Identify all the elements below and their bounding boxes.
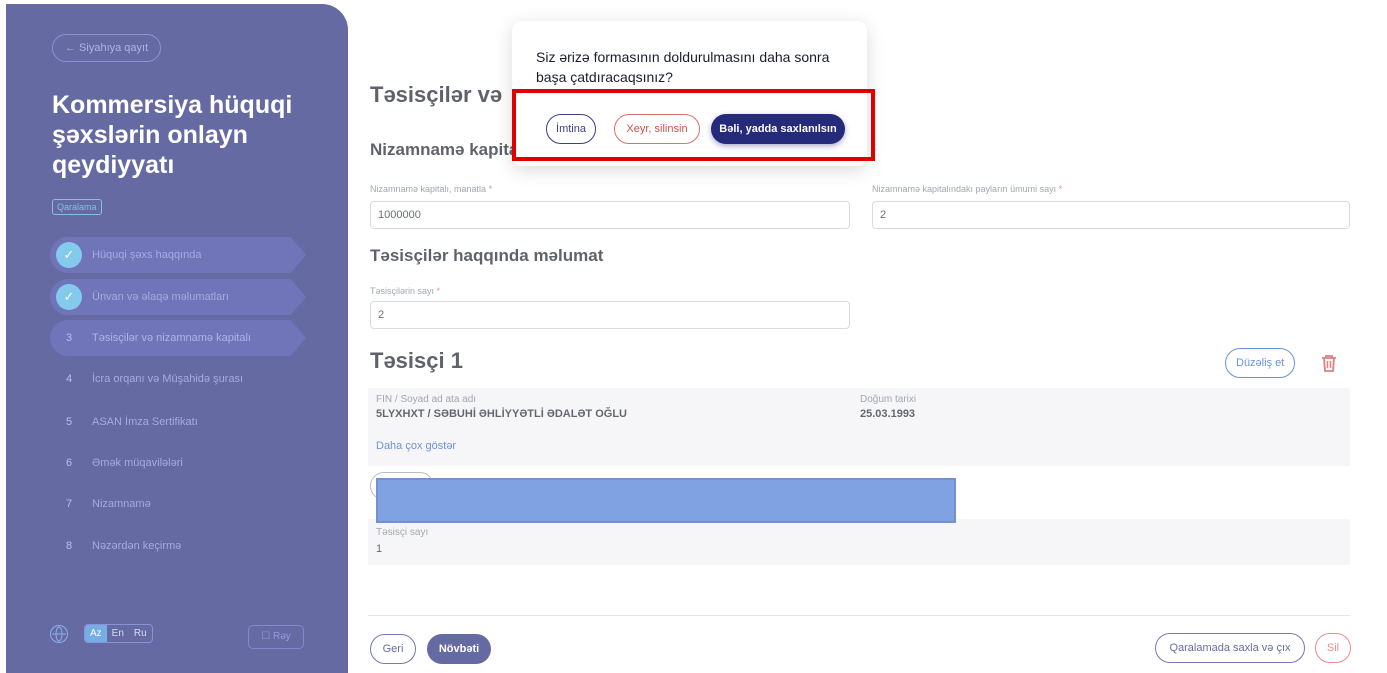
dialog-question: Siz ərizə formasının doldurulmasını daha… xyxy=(536,49,830,85)
highlight-frame xyxy=(512,89,875,161)
